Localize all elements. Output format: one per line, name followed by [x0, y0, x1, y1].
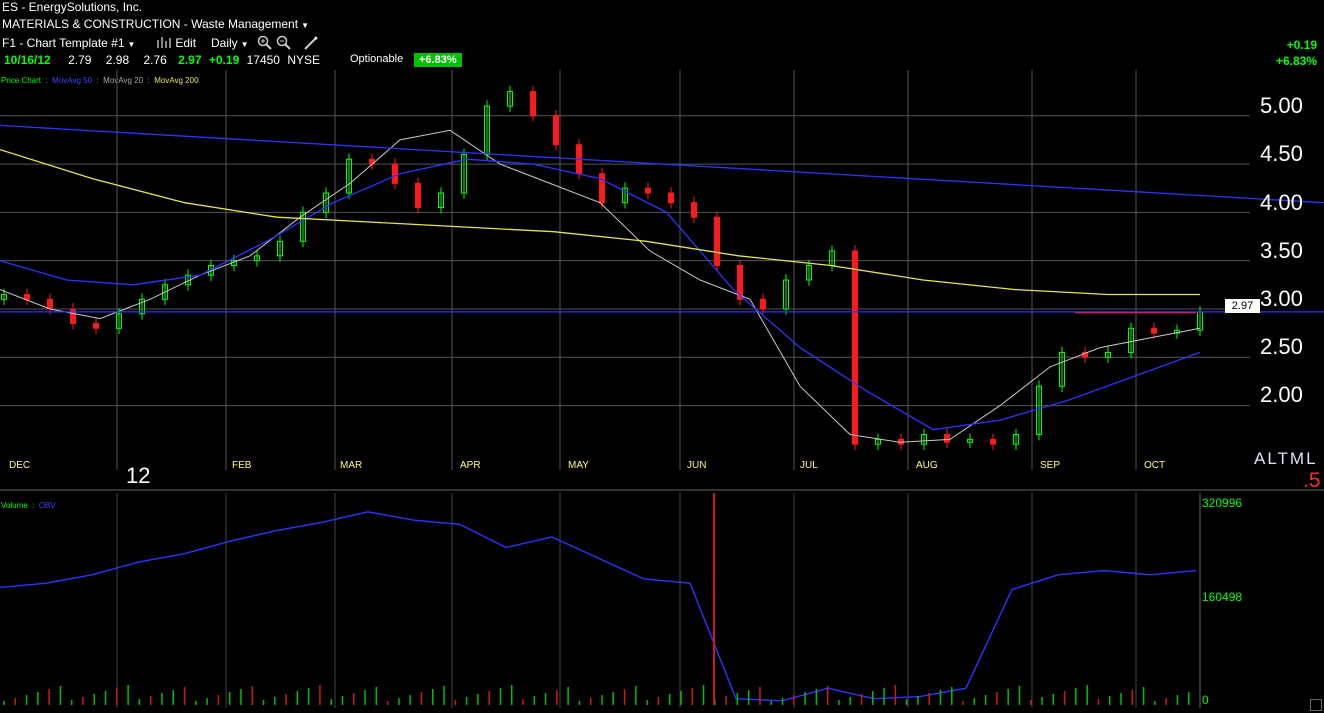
candle-body	[1151, 327, 1157, 334]
candle-body	[944, 434, 950, 443]
stock-chart[interactable]	[0, 0, 1324, 713]
y-tick-label: 3.50	[1260, 238, 1303, 263]
x-month-label: JUL	[800, 460, 818, 471]
x-month-label: OCT	[1144, 460, 1166, 471]
candle-body	[24, 293, 30, 300]
ma200-line	[0, 148, 1200, 296]
x-month-label: DEC	[9, 460, 31, 471]
candle-body	[415, 182, 421, 209]
candle-body	[760, 298, 766, 310]
candle-body	[93, 322, 99, 329]
y-tick-label: 3.00	[1260, 286, 1303, 311]
year-label: 12	[126, 463, 151, 488]
resize-grip-icon[interactable]	[1310, 699, 1322, 711]
last-price-tag: 2.97	[1225, 299, 1260, 313]
candle-body	[645, 187, 651, 194]
y-tick-label: 4.00	[1260, 190, 1303, 215]
candle-body	[990, 438, 996, 445]
candle-body	[691, 202, 697, 218]
candle-body	[668, 192, 674, 204]
altml-indicator[interactable]: ALTML	[1254, 449, 1318, 469]
x-month-label: MAY	[568, 460, 589, 471]
candle-body	[553, 115, 559, 146]
x-month-label: SEP	[1040, 460, 1061, 471]
corner-number: .5	[1303, 469, 1321, 492]
y-tick-label: 4.50	[1260, 141, 1303, 166]
x-month-label: JUN	[687, 460, 707, 471]
y-tick-label: 2.00	[1260, 382, 1303, 407]
candle-body	[392, 163, 398, 184]
volume-tick-label: 320996	[1202, 496, 1243, 510]
candle-body	[70, 308, 76, 324]
candle-body	[47, 298, 53, 310]
x-month-label: FEB	[232, 460, 252, 471]
candle-body	[530, 91, 536, 117]
volume-tick-label: 160498	[1202, 590, 1243, 604]
volume-tick-label: 0	[1202, 693, 1209, 707]
x-month-label: AUG	[916, 460, 938, 471]
y-tick-label: 2.50	[1260, 334, 1303, 359]
candle-body	[852, 250, 858, 445]
x-month-label: APR	[460, 460, 481, 471]
x-month-label: MAR	[340, 460, 363, 471]
y-tick-label: 5.00	[1260, 93, 1303, 118]
obv-line	[0, 511, 1197, 702]
candle-body	[714, 216, 720, 266]
